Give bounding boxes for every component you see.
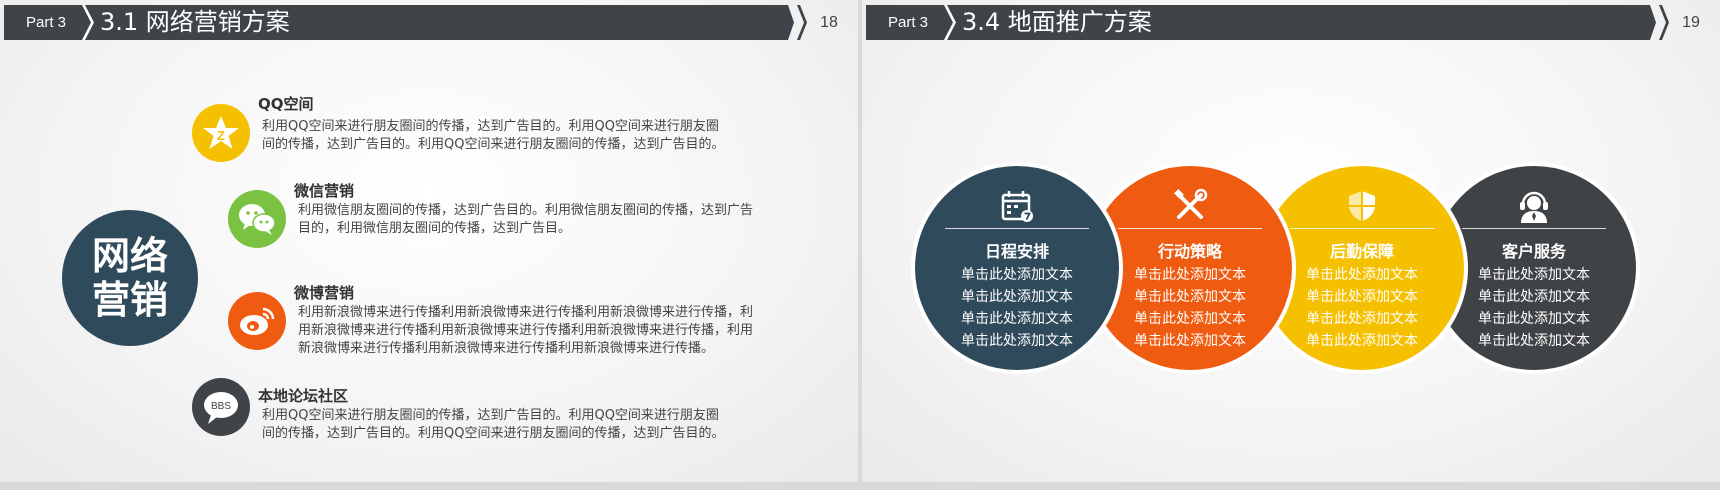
headset-agent-icon — [1520, 191, 1548, 223]
item-title-weibo: 微博营销 — [294, 284, 355, 302]
item-desc-weibo: 利用新浪微博来进行传播利用新浪微博来进行传播利用新浪微博来进行传播，利 用新浪微… — [298, 304, 753, 358]
slide-title: 3.1 网络营销方案 — [100, 8, 290, 36]
service-text: 单击此处添加文本 — [961, 333, 1073, 349]
desc-line: 间的传播，达到广告目的。利用QQ空间来进行朋友圈间的传播，达到广告目的。 — [262, 426, 725, 441]
item-title-wechat: 微信营销 — [294, 182, 355, 200]
desc-line: 间的传播，达到广告目的。利用QQ空间来进行朋友圈间的传播，达到广告目的。 — [262, 137, 725, 152]
weibo-icon — [228, 292, 286, 350]
desc-line: 利用新浪微博来进行传播利用新浪微博来进行传播利用新浪微博来进行传播，利 — [298, 305, 754, 320]
service-text: 单击此处添加文本 — [961, 267, 1073, 283]
bbs-bubble-icon: BBS — [192, 378, 250, 436]
wechat-icon — [228, 190, 286, 248]
page-number: 18 — [820, 14, 838, 31]
item-desc-wechat: 利用微信朋友圈间的传播，达到广告目的。利用微信朋友圈间的传播，达到广告 目的，利… — [298, 202, 753, 238]
slide-header: Part 3 3.4 地面推广方案 19 — [866, 5, 1716, 40]
service-text: 单击此处添加文本 — [961, 311, 1073, 327]
desc-line: 利用QQ空间来进行朋友圈间的传播，达到广告目的。利用QQ空间来进行朋友圈 — [262, 119, 719, 134]
item-desc-bbs: 利用QQ空间来进行朋友圈间的传播，达到广告目的。利用QQ空间来进行朋友圈 间的传… — [262, 407, 724, 443]
page-number: 19 — [1682, 14, 1700, 31]
bbs-icon-text: BBS — [211, 401, 231, 412]
service-title: 日程安排 — [984, 242, 1049, 261]
part-label: Part 3 — [26, 14, 67, 31]
service-circle-schedule: 日程安排 单击此处添加文本 单击此处添加文本 单击此处添加文本 单击此处添加文本 — [911, 162, 1123, 374]
divider-line — [945, 228, 1089, 229]
divider-line — [1118, 228, 1262, 229]
slide-title: 3.4 地面推广方案 — [962, 8, 1152, 36]
calendar-icon — [1001, 191, 1033, 222]
desc-line: 目的，利用微信朋友圈间的传播，达到广告目。 — [298, 221, 572, 236]
center-label-line-2: 营销 — [91, 278, 168, 322]
item-title-bbs: 本地论坛社区 — [258, 387, 349, 405]
divider-line — [1290, 228, 1434, 229]
qzone-star-icon: Z — [192, 104, 250, 162]
svg-text:Z: Z — [217, 128, 225, 143]
service-text: 单击此处添加文本 — [961, 289, 1073, 305]
part-label: Part 3 — [888, 14, 929, 31]
slide-header: Part 3 3.1 网络营销方案 18 — [4, 5, 854, 40]
divider-line — [1462, 228, 1606, 229]
desc-line: 利用微信朋友圈间的传播，达到广告目的。利用微信朋友圈间的传播，达到广告 — [298, 203, 754, 218]
desc-line: 用新浪微博来进行传播利用新浪微博来进行传播利用新浪微博来进行传播，利用 — [298, 323, 754, 338]
tools-icon — [1174, 188, 1208, 219]
item-desc-qzone: 利用QQ空间来进行朋友圈间的传播，达到广告目的。利用QQ空间来进行朋友圈 间的传… — [262, 118, 724, 154]
center-label-line-1: 网络 — [91, 234, 168, 278]
desc-line: 利用QQ空间来进行朋友圈间的传播，达到广告目的。利用QQ空间来进行朋友圈 — [262, 408, 719, 423]
center-label-circle: 网络 营销 — [62, 210, 198, 346]
slide-19: Part 3 3.4 地面推广方案 19 日程安排 单击此处添加文本 单击此处添… — [862, 0, 1720, 482]
desc-line: 新浪微博来进行传播利用新浪微博来进行传播利用新浪微博来进行传播。 — [298, 341, 715, 356]
shield-icon — [1349, 191, 1375, 221]
slide-18: Part 3 3.1 网络营销方案 18 网络 营销 Z QQ空间 利用QQ空间… — [0, 0, 858, 482]
item-title-qzone: QQ空间 — [258, 95, 314, 113]
